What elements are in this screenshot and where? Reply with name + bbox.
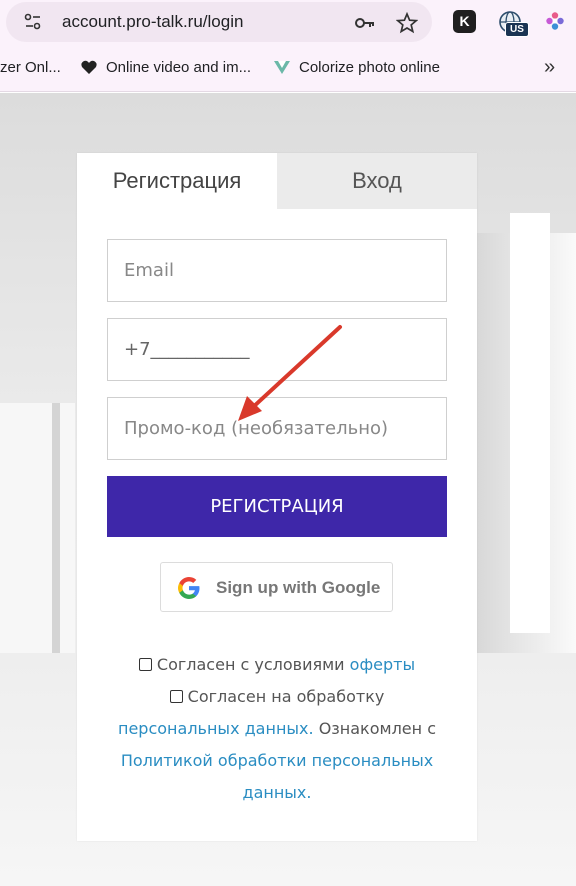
consent-line-personal: Согласен на обработку <box>77 681 477 713</box>
register-button[interactable]: РЕГИСТРАЦИЯ <box>107 476 447 537</box>
promo-code-field[interactable] <box>108 398 446 459</box>
phone-field-wrapper <box>107 318 447 381</box>
vpn-badge: US <box>505 22 529 37</box>
phone-field[interactable] <box>108 319 446 380</box>
google-logo-icon <box>178 577 200 599</box>
bookmark-item[interactable]: Online video and im... <box>106 59 251 76</box>
consent-line-3: персональных данных. Ознакомлен с <box>77 713 477 745</box>
star-icon[interactable] <box>396 12 418 34</box>
auth-card: Регистрация Вход РЕГИСТРАЦИЯ Sign up wit… <box>77 153 477 841</box>
bookmarks-bar: zer Onl... Online video and im... Colori… <box>0 44 576 92</box>
consent-text: Согласен на обработку <box>187 687 385 706</box>
offer-checkbox[interactable] <box>138 658 152 671</box>
url-text[interactable]: account.pro-talk.ru/login <box>62 12 243 32</box>
bookmarks-overflow-icon[interactable]: » <box>544 56 555 79</box>
bookmark-favicon-icon <box>274 61 290 74</box>
site-info-icon[interactable] <box>24 13 42 31</box>
consent-line-4: Политикой обработки персональных <box>77 745 477 777</box>
google-signup-label: Sign up with Google <box>216 578 381 597</box>
consent-line-offer: Согласен с условиями оферты <box>77 649 477 681</box>
bookmark-item[interactable]: zer Onl... <box>0 59 61 76</box>
consent-text: Ознакомлен с <box>318 719 436 738</box>
email-field[interactable] <box>108 240 446 301</box>
consent-text: Согласен с условиями <box>156 655 345 674</box>
bookmark-item[interactable]: Colorize photo online <box>299 59 440 76</box>
browser-toolbar: account.pro-talk.ru/login K US <box>0 0 576 44</box>
tab-register[interactable]: Регистрация <box>77 153 277 209</box>
tab-login[interactable]: Вход <box>277 153 477 209</box>
offer-link[interactable]: оферты <box>350 655 415 674</box>
background-window-pane <box>510 213 550 633</box>
bookmark-favicon-icon <box>81 60 97 74</box>
key-icon[interactable] <box>354 12 376 34</box>
promo-field-wrapper <box>107 397 447 460</box>
extension-flower-icon[interactable] <box>545 11 565 31</box>
consent-line-5: данных. <box>77 777 477 809</box>
address-bar[interactable]: account.pro-talk.ru/login <box>6 2 432 42</box>
extension-k-icon[interactable]: K <box>453 10 476 33</box>
personal-data-link[interactable]: персональных данных. <box>118 719 314 738</box>
privacy-policy-link[interactable]: Политикой обработки персональных <box>121 751 433 770</box>
google-signup-button[interactable]: Sign up with Google <box>160 562 393 612</box>
email-field-wrapper <box>107 239 447 302</box>
privacy-policy-link-end[interactable]: данных. <box>243 783 312 802</box>
personal-data-checkbox[interactable] <box>169 690 183 703</box>
